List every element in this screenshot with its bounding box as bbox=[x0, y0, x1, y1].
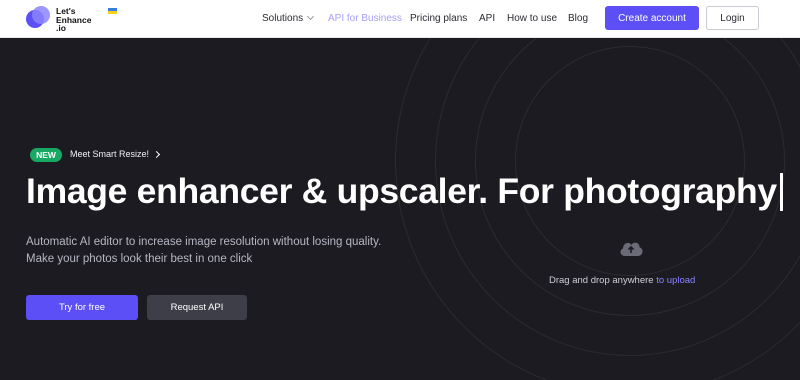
upload-link[interactable]: to upload bbox=[656, 275, 695, 286]
hero-headline: Image enhancer & upscaler. For photograp… bbox=[26, 171, 783, 213]
hero-section[interactable]: NEW Meet Smart Resize! Image enhancer & … bbox=[0, 38, 800, 380]
nav-api[interactable]: API bbox=[479, 13, 495, 24]
announcement-text: Meet Smart Resize! bbox=[70, 149, 150, 159]
text-cursor bbox=[779, 172, 783, 211]
smart-resize-announcement[interactable]: NEW Meet Smart Resize! bbox=[26, 147, 166, 163]
nav-blog[interactable]: Blog bbox=[568, 13, 588, 24]
create-account-button[interactable]: Create account bbox=[605, 6, 699, 30]
chevron-right-icon bbox=[152, 150, 161, 159]
upload-hint: Drag and drop anywhere to upload bbox=[549, 275, 696, 286]
new-badge: NEW bbox=[30, 148, 62, 162]
request-api-button[interactable]: Request API bbox=[147, 295, 247, 320]
login-button[interactable]: Login bbox=[706, 6, 759, 30]
nav-solutions[interactable]: Solutions bbox=[262, 12, 315, 24]
ukraine-flag-icon bbox=[108, 8, 117, 14]
upload-dropzone[interactable]: Drag and drop anywhere to upload bbox=[540, 238, 740, 298]
nav-how-to-use[interactable]: How to use bbox=[507, 13, 557, 24]
hero-description: Automatic AI editor to increase image re… bbox=[26, 236, 382, 265]
cloud-upload-icon bbox=[620, 242, 643, 256]
nav-api-for-business[interactable]: API for Business bbox=[328, 13, 402, 24]
top-navbar: Let's Enhance .io Solutions API for Busi… bbox=[0, 0, 800, 38]
logo[interactable]: Let's Enhance .io bbox=[26, 6, 117, 33]
chevron-down-icon bbox=[307, 12, 315, 21]
logo-text: Let's Enhance .io bbox=[56, 6, 92, 33]
logo-mark-icon bbox=[26, 6, 52, 32]
nav-pricing-plans[interactable]: Pricing plans bbox=[410, 13, 467, 24]
try-for-free-button[interactable]: Try for free bbox=[26, 295, 138, 320]
